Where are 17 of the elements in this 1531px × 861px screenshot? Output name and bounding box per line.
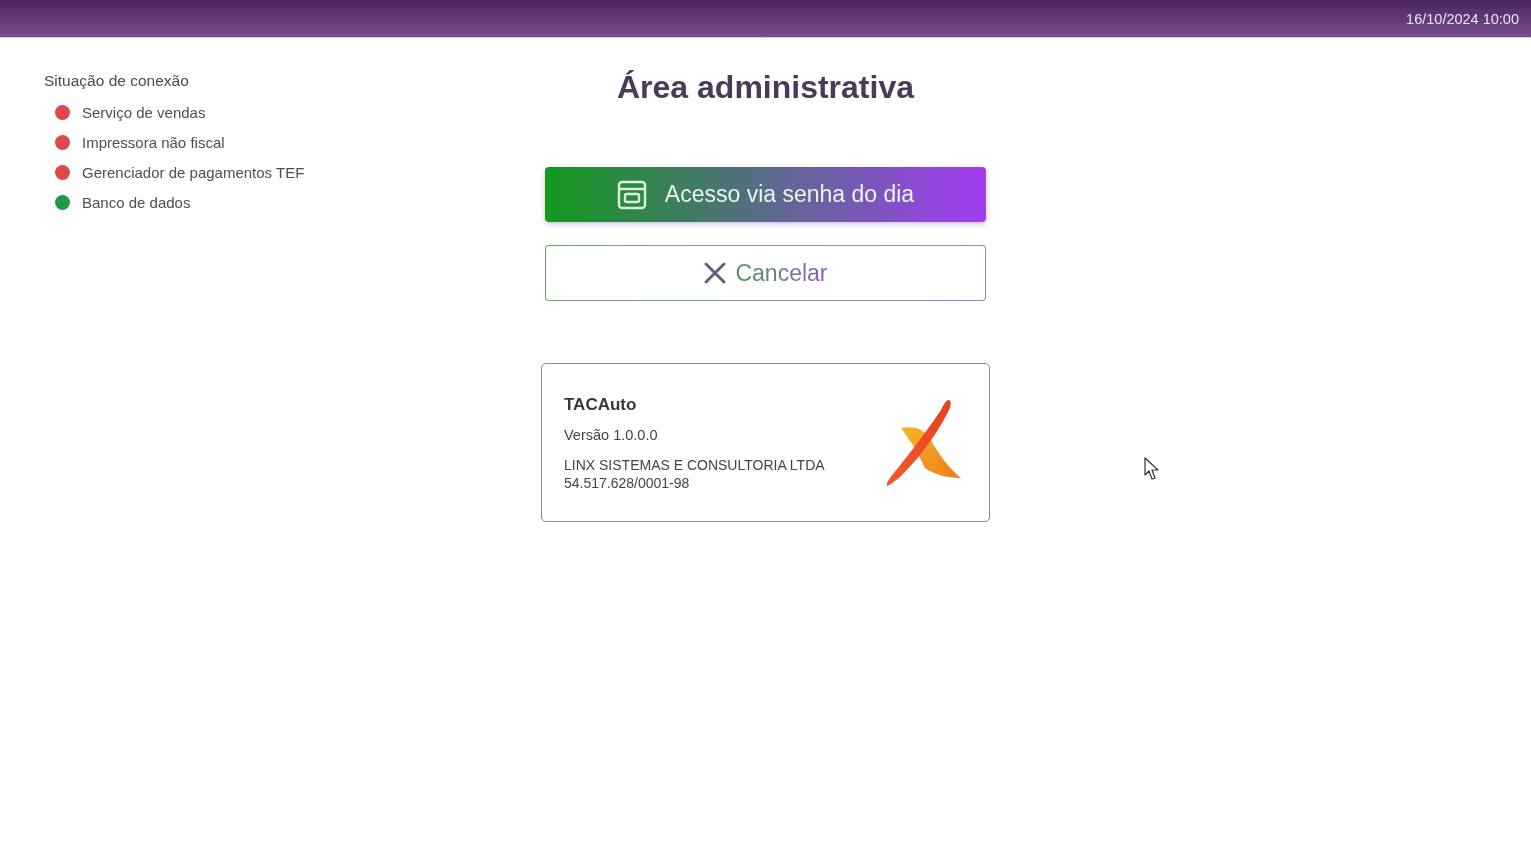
company-name: LINX SISTEMAS E CONSULTORIA LTDA	[564, 455, 825, 474]
date-time: 16/10/2024 10:00	[1406, 10, 1519, 27]
status-label: Serviço de vendas	[82, 103, 206, 121]
close-icon	[703, 261, 728, 285]
status-label: Impressora não fiscal	[82, 133, 225, 151]
password-access-button[interactable]: Acesso via senha do dia	[545, 167, 986, 222]
version-text: Versão 1.0.0.0	[564, 425, 659, 444]
page-title: Área administrativa	[617, 68, 914, 107]
company-id: 54.517.628/0001-98	[564, 473, 691, 492]
logo-icon	[885, 397, 963, 488]
status-label: Gerenciador de pagamentos TEF	[82, 163, 305, 181]
window-icon	[616, 179, 647, 210]
mouse-pointer-icon	[1144, 457, 1160, 481]
cancel-button[interactable]: Cancelar	[545, 245, 986, 301]
product-name: TACAuto	[564, 393, 638, 416]
connection-status-title: Situação de conexão	[44, 71, 190, 91]
status-label: Banco de dados	[82, 193, 191, 211]
